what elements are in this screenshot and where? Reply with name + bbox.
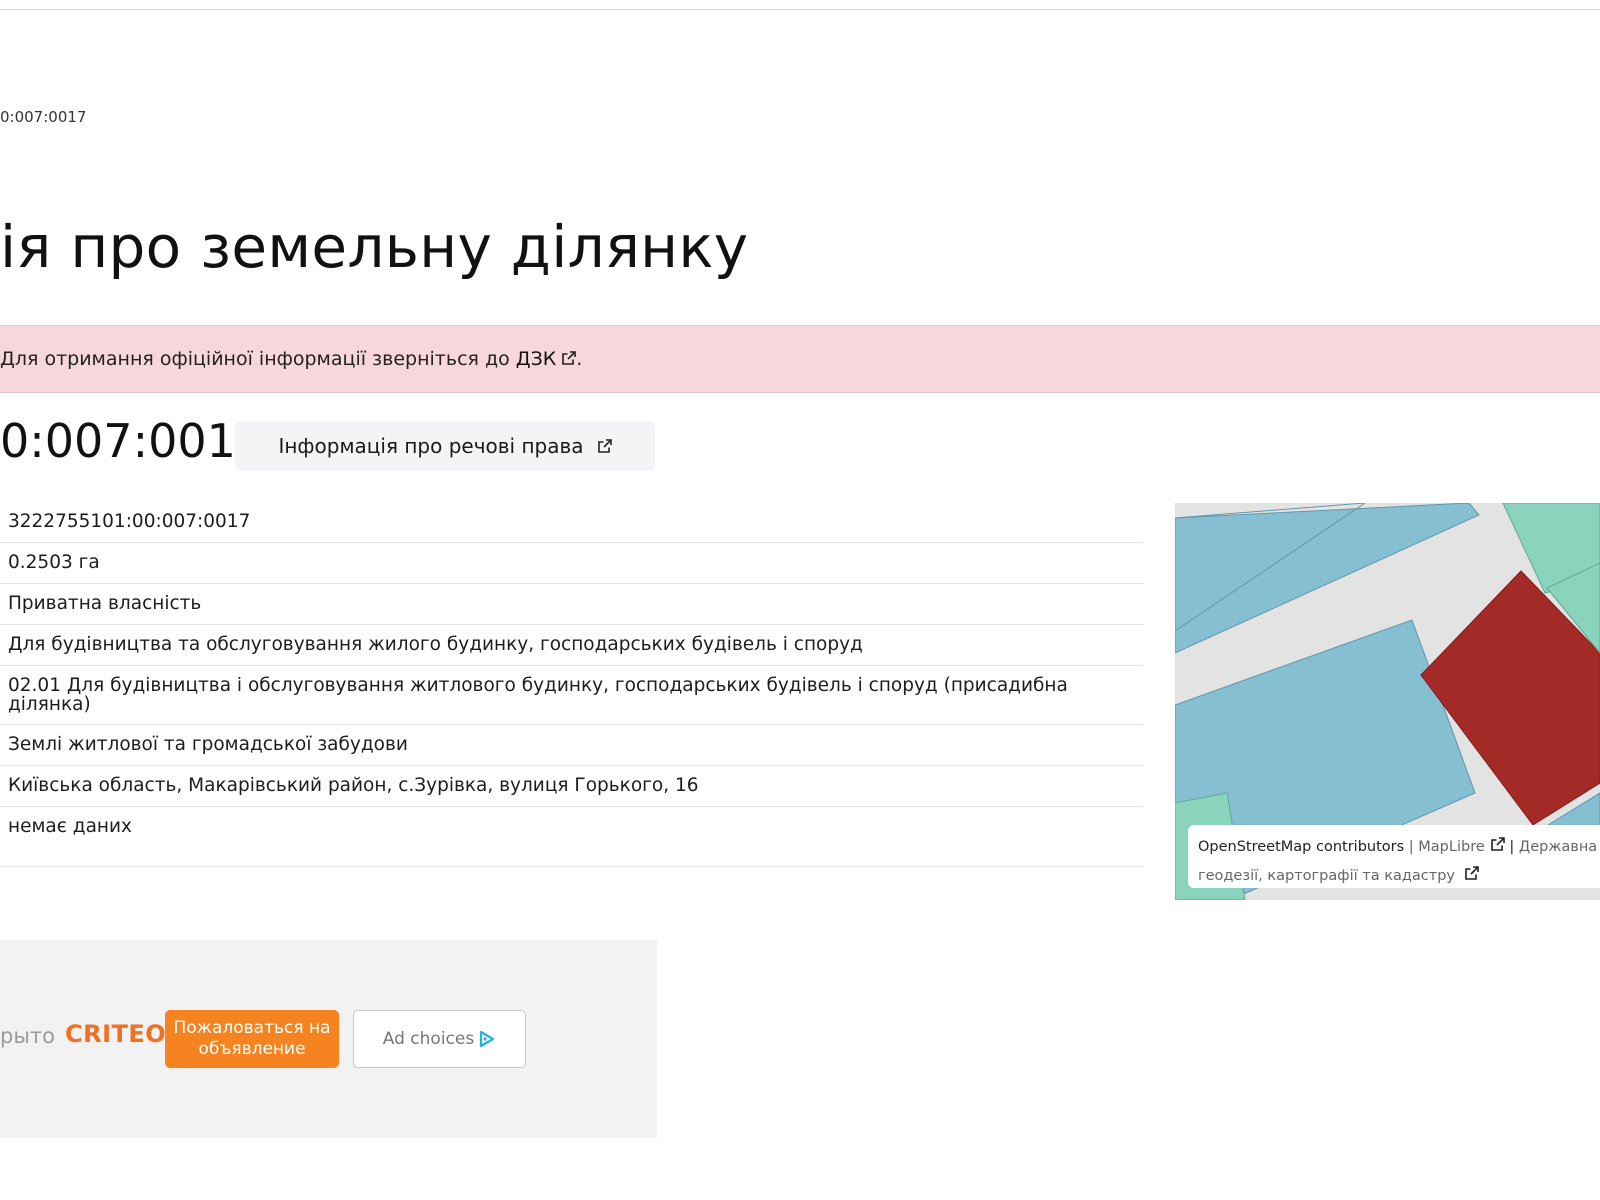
- info-row-land-category: Землі житлової та громадської забудови: [0, 725, 1143, 766]
- info-value: 3222755101:00:007:0017: [8, 511, 251, 533]
- attribution-separator: |: [1408, 839, 1414, 855]
- parcel-map[interactable]: OpenStreetMap contributors | MapLibre | …: [1175, 503, 1600, 900]
- info-row-area: 0.2503 га: [0, 543, 1143, 584]
- page-title: ія про земельну ділянку: [0, 213, 749, 281]
- cadastral-number: 0:007:0017: [0, 414, 266, 468]
- external-link-icon: [597, 439, 612, 453]
- info-value: Приватна власність: [8, 593, 202, 615]
- page: 0:007:0017 ія про земельну ділянку Для о…: [0, 0, 1600, 1200]
- criteo-logo: CRITEO: [65, 1020, 167, 1048]
- property-rights-label: Інформація про речові права: [278, 434, 584, 458]
- property-rights-button[interactable]: Інформація про речові права: [235, 421, 655, 471]
- dzk-link[interactable]: ДЗК: [516, 348, 577, 370]
- external-link-icon: [1465, 866, 1479, 880]
- advertisement: рыто CRITEO Пожаловаться на объявление A…: [0, 940, 657, 1138]
- breadcrumb[interactable]: 0:007:0017: [0, 108, 86, 126]
- info-value: 0.2503 га: [8, 552, 100, 574]
- info-row-purpose: Для будівництва та обслуговування жилого…: [0, 625, 1143, 666]
- info-row-address: Київська область, Макарівський район, с.…: [0, 766, 1143, 807]
- info-value: 02.01 Для будівництва і обслуговування ж…: [8, 674, 1068, 715]
- agency-link-continued[interactable]: геодезії, картографії та кадастру: [1198, 868, 1455, 884]
- external-link-icon: [1490, 837, 1505, 851]
- info-value: Київська область, Макарівський район, с.…: [8, 775, 699, 797]
- info-row-ownership: Приватна власність: [0, 584, 1143, 625]
- info-row-purpose-code: 02.01 Для будівництва і обслуговування ж…: [0, 666, 1143, 725]
- external-link-icon: [562, 351, 577, 365]
- parcel-info-table: 3222755101:00:007:0017 0.2503 га Приватн…: [0, 502, 1143, 867]
- info-value: Землі житлової та громадської забудови: [8, 734, 408, 756]
- osm-attribution-link[interactable]: OpenStreetMap contributors: [1198, 839, 1404, 855]
- info-value: немає даних: [8, 816, 132, 837]
- ad-choices-label: Ad choices: [382, 1029, 475, 1049]
- agency-link[interactable]: Державна с: [1519, 839, 1600, 855]
- info-row-no-data: немає даних: [0, 807, 1143, 867]
- maplibre-link[interactable]: MapLibre: [1418, 839, 1484, 855]
- ad-choices-button[interactable]: Ad choices: [353, 1010, 526, 1068]
- info-row-cadastral-number: 3222755101:00:007:0017: [0, 502, 1143, 543]
- notice-text: Для отримання офіційної інформації зверн…: [0, 348, 510, 370]
- dzk-link-label: ДЗК: [515, 348, 557, 370]
- report-ad-button[interactable]: Пожаловаться на объявление: [165, 1010, 339, 1068]
- map-attribution: OpenStreetMap contributors | MapLibre | …: [1188, 825, 1600, 888]
- header-divider: [0, 9, 1600, 10]
- attribution-separator: |: [1509, 839, 1515, 855]
- notice-suffix: .: [576, 348, 583, 370]
- ad-closed-text: рыто: [0, 1024, 55, 1048]
- official-info-notice: Для отримання офіційної інформації зверн…: [0, 325, 1600, 393]
- info-value: Для будівництва та обслуговування жилого…: [8, 634, 863, 656]
- adchoices-icon: [478, 1030, 496, 1048]
